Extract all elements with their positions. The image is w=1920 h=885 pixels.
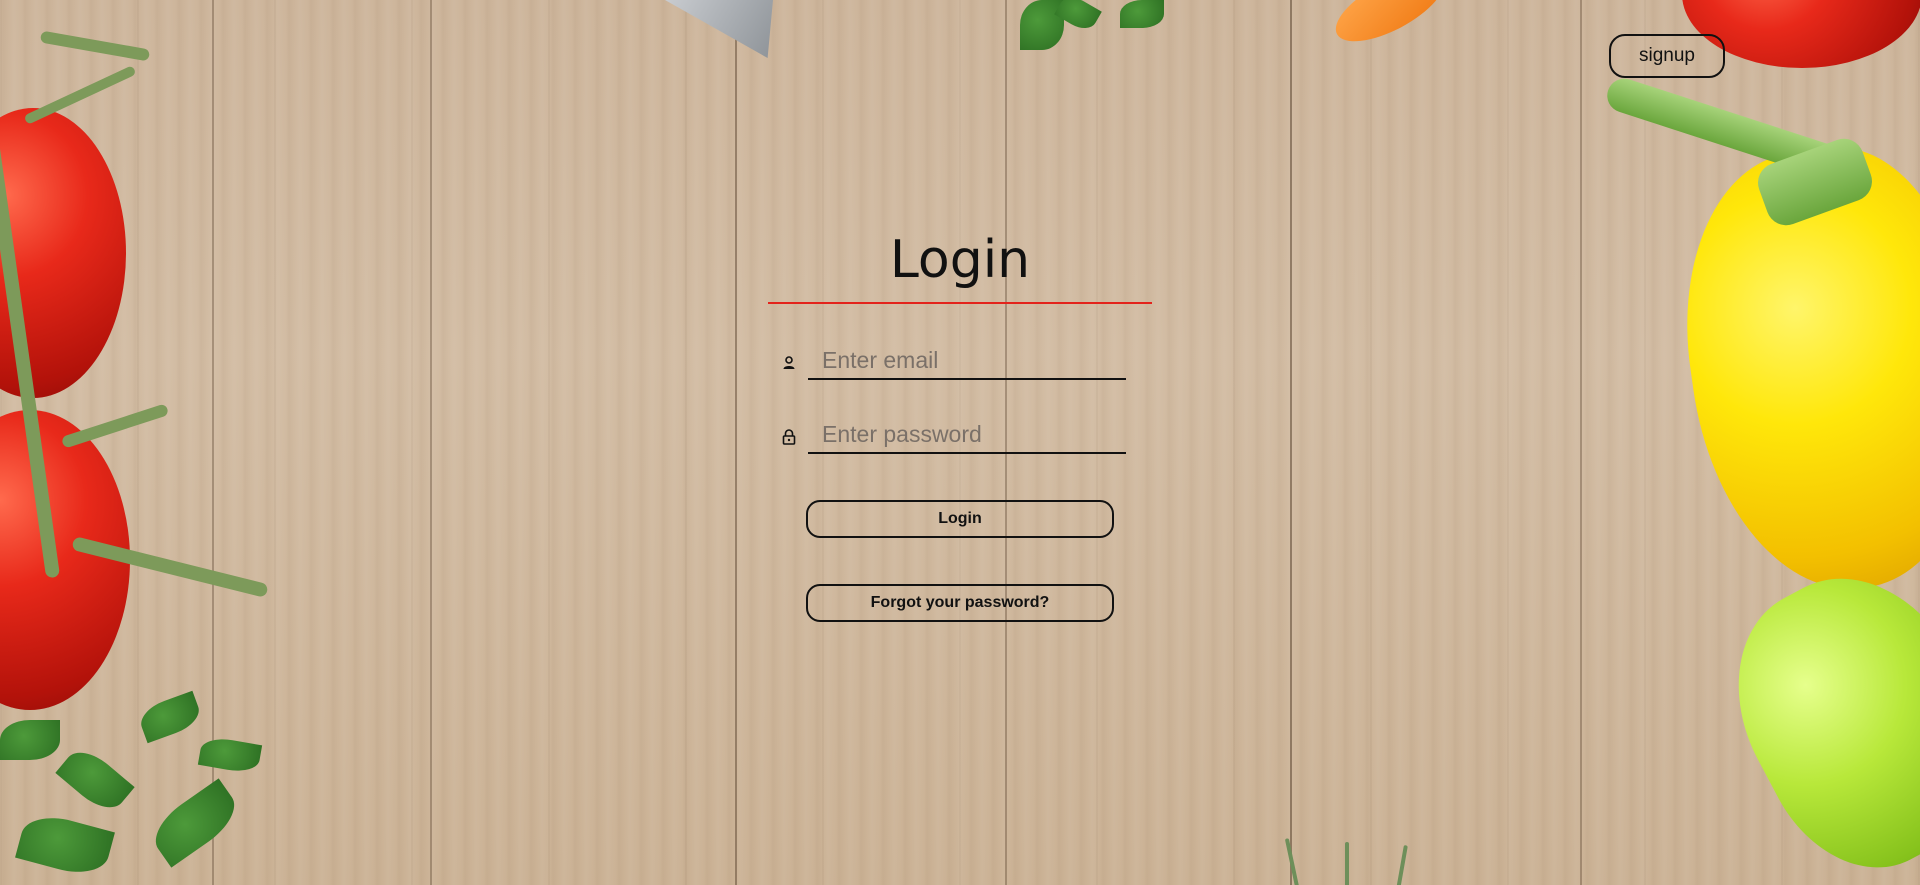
herb-image: [1120, 0, 1164, 28]
wood-seam: [1290, 0, 1292, 885]
email-input[interactable]: [808, 342, 1126, 380]
lock-icon: [780, 428, 798, 446]
user-icon: [780, 354, 798, 372]
password-field-row: [776, 416, 1126, 456]
herb-image: [197, 735, 263, 775]
carrot-image: [1325, 0, 1455, 56]
login-title: Login: [889, 230, 1031, 290]
password-input[interactable]: [808, 416, 1126, 454]
title-underline: [768, 302, 1152, 304]
tomato-image: [0, 410, 130, 710]
rosemary-image: [1284, 838, 1300, 885]
green-pepper-image: [1696, 541, 1920, 885]
herb-image: [15, 809, 115, 881]
login-button[interactable]: Login: [806, 500, 1114, 538]
vine-image: [39, 30, 151, 62]
herb-image: [0, 720, 60, 760]
herb-image: [55, 742, 135, 818]
herb-image: [135, 690, 205, 744]
rosemary-image: [1345, 842, 1349, 885]
vine-image: [60, 403, 170, 449]
email-field-row: [776, 342, 1126, 382]
forgot-password-button[interactable]: Forgot your password?: [806, 584, 1114, 622]
vine-image: [23, 65, 137, 125]
wood-seam: [1580, 0, 1582, 885]
wood-seam: [735, 0, 737, 885]
signup-button[interactable]: signup: [1609, 34, 1725, 78]
rosemary-image: [1396, 844, 1408, 885]
herb-image: [144, 778, 246, 868]
knife-image: [665, 0, 773, 58]
login-page: signup Login Login Forgot your password?: [0, 0, 1920, 885]
wood-seam: [430, 0, 432, 885]
